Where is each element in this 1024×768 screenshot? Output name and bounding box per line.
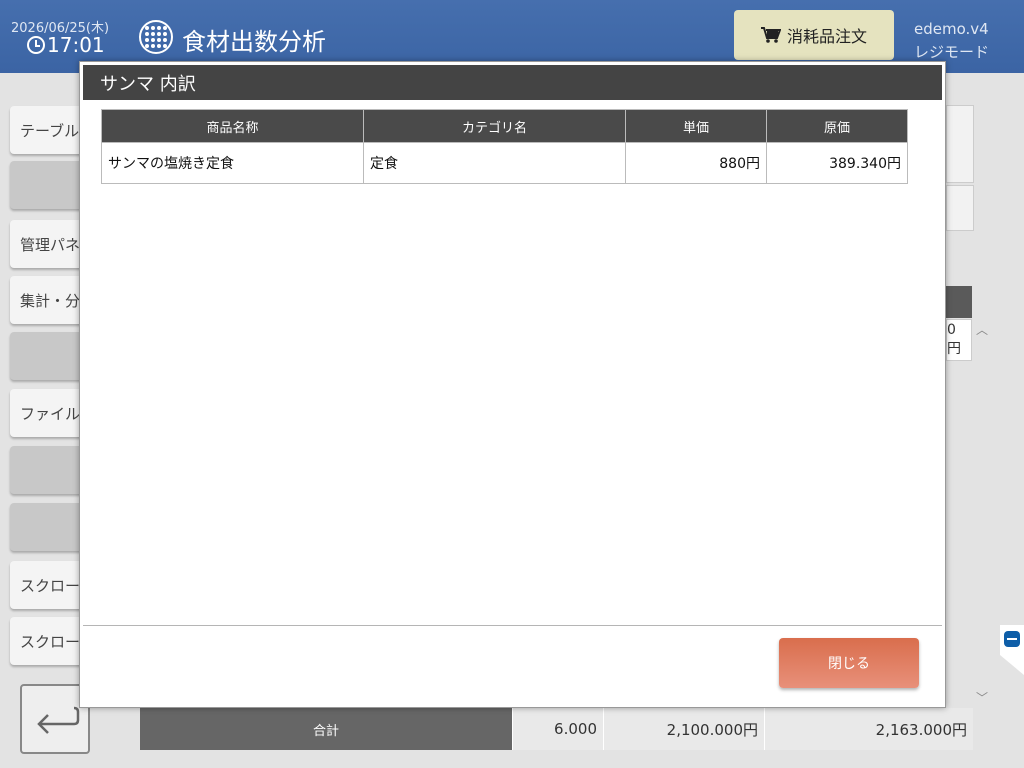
current-time: 17:01 [27, 33, 105, 57]
close-button[interactable]: 閉じる [779, 638, 919, 688]
page-title: 食材出数分析 [182, 28, 326, 56]
totals-amount-2: 2,163.000円 [764, 708, 973, 750]
app-menu-icon[interactable] [139, 20, 173, 54]
sidebar-item-label: ファイル [20, 404, 81, 423]
breakdown-table: 商品名称 カテゴリ名 単価 原価 サンマの塩焼き定食 定食 880円 389.3… [101, 109, 908, 184]
column-header-product: 商品名称 [101, 109, 364, 143]
sidebar-item-label: 管理パネ [20, 235, 81, 254]
return-arrow-icon [37, 706, 80, 734]
modal-divider [83, 625, 942, 626]
scroll-down-icon[interactable]: ﹀ [976, 689, 988, 706]
teamviewer-icon [1004, 631, 1020, 647]
clock-icon [27, 36, 45, 54]
sidebar-item-label: 集計・分 [20, 291, 81, 310]
breakdown-modal: サンマ 内訳 商品名称 カテゴリ名 単価 原価 サンマの塩焼き定食 定食 880… [79, 61, 946, 708]
totals-row: 合計 6.000 2,100.000円 2,163.000円 [140, 708, 973, 750]
modal-title: サンマ 内訳 [83, 65, 942, 100]
column-header-category: カテゴリ名 [363, 109, 626, 143]
order-button-label: 消耗品注文 [786, 27, 867, 46]
table-header-row: 商品名称 カテゴリ名 単価 原価 [101, 109, 908, 143]
totals-label: 合計 [140, 708, 512, 750]
scroll-up-icon[interactable]: ︿ [976, 321, 988, 338]
cell-cost: 389.340円 [766, 142, 908, 184]
cell-category: 定食 [363, 142, 626, 184]
column-header-unit-price: 単価 [625, 109, 767, 143]
sidebar-item-label: テーブル [20, 121, 80, 140]
table-cell-partial: 0円 [946, 319, 972, 361]
sidebar-item-label: スクロー [20, 632, 81, 651]
time-text: 17:01 [47, 33, 105, 57]
filter-panel [946, 105, 974, 183]
user-info: edemo.v4 レジモード [914, 18, 989, 64]
table-row[interactable]: サンマの塩焼き定食 定食 880円 389.340円 [101, 142, 908, 184]
remote-support-tab[interactable] [1000, 625, 1024, 675]
totals-quantity: 6.000 [512, 708, 603, 750]
cart-icon [760, 27, 781, 43]
consumables-order-button[interactable]: 消耗品注文 [734, 10, 894, 60]
table-header-edge [946, 286, 972, 318]
user-name: edemo.v4 [914, 20, 989, 38]
cell-unit-price: 880円 [625, 142, 767, 184]
column-header-cost: 原価 [766, 109, 908, 143]
filter-panel [946, 185, 974, 231]
sidebar-item-label: スクロー [20, 576, 81, 595]
totals-amount-1: 2,100.000円 [603, 708, 764, 750]
cell-product-name: サンマの塩焼き定食 [101, 142, 364, 184]
